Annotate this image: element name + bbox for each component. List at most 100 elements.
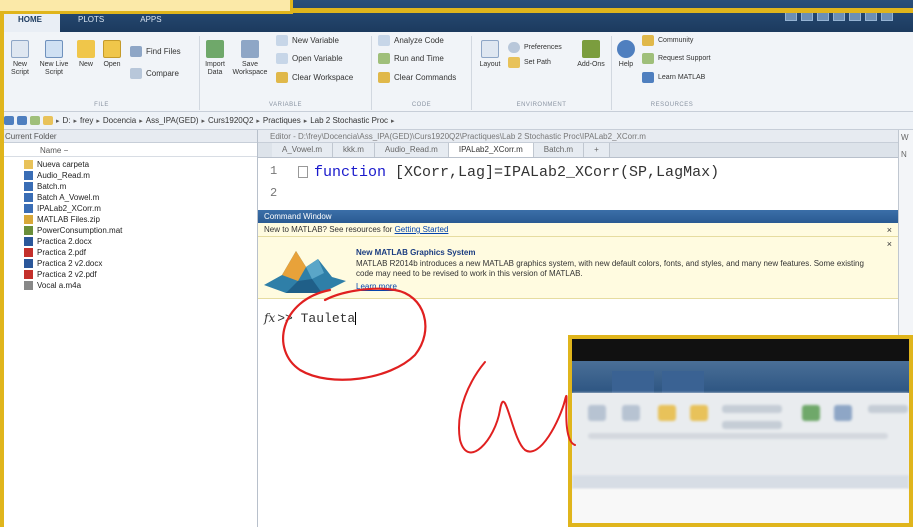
code-line[interactable]: 1 function [XCorr,Lag]=IPALab2_XCorr(SP,… xyxy=(258,164,898,186)
editor-tab[interactable]: A_Vowel.m xyxy=(272,143,334,157)
command-prompt[interactable]: fx >> Tauleta xyxy=(264,311,357,326)
variable-group-label: VARIABLE xyxy=(269,102,302,108)
live-script-icon xyxy=(45,40,63,58)
function-browser-icon[interactable]: fx xyxy=(264,311,275,325)
new-live-script-button[interactable]: New Live Script xyxy=(38,40,70,77)
file-list-item[interactable]: Practica 2 v2.docx xyxy=(0,258,257,269)
file-name: Batch.m xyxy=(37,182,67,191)
request-support-button[interactable]: Request Support xyxy=(642,53,711,64)
text-cursor xyxy=(355,312,357,326)
editor-tab[interactable]: Audio_Read.m xyxy=(374,143,449,157)
preferences-button[interactable]: Preferences xyxy=(508,42,562,53)
import-data-button[interactable]: Import Data xyxy=(202,40,228,77)
learn-more-link[interactable]: Learn more xyxy=(356,282,397,291)
name-column-header[interactable]: Name − xyxy=(0,143,257,157)
community-button[interactable]: Community xyxy=(642,35,693,46)
breadcrumb-lab2[interactable]: Lab 2 Stochastic Proc xyxy=(310,116,388,125)
breadcrumb-drive[interactable]: D: xyxy=(63,116,71,125)
code-text: [XCorr,Lag]=IPALab2_XCorr(SP,LagMax) xyxy=(386,164,720,181)
banner-text: New to MATLAB? See resources for xyxy=(264,225,395,234)
compare-button[interactable]: Compare xyxy=(130,68,179,79)
file-name: Vocal a.m4a xyxy=(37,281,82,290)
analyze-code-button[interactable]: Analyze Code xyxy=(378,35,444,46)
file-list-item[interactable]: Batch A_Vowel.m xyxy=(0,192,257,203)
file-list-item[interactable]: Audio_Read.m xyxy=(0,170,257,181)
environment-group-label: ENVIRONMENT xyxy=(516,102,567,108)
graphics-news-banner: New MATLAB Graphics System MATLAB R2014b… xyxy=(258,237,898,299)
thumbnail-address-bar xyxy=(572,475,909,489)
folder-icon xyxy=(24,160,33,169)
editor-tab[interactable]: Batch.m xyxy=(533,143,585,157)
file-list-item[interactable]: Vocal a.m4a xyxy=(0,280,257,291)
thumbnail-ribbon xyxy=(572,393,909,475)
matlab-window: HOME PLOTS APPS New Script New Live Scri… xyxy=(0,0,913,527)
layout-button[interactable]: Layout xyxy=(476,40,504,69)
current-folder-panel: Current Folder Name − Nueva carpeta Audio… xyxy=(0,130,258,527)
import-data-icon xyxy=(206,40,224,58)
editor-panel: Editor - D:\frey\Docencia\Ass_IPA(GED)\C… xyxy=(258,130,898,210)
open-button[interactable]: Open xyxy=(100,40,124,69)
clear-workspace-icon xyxy=(276,72,288,83)
close-icon[interactable]: × xyxy=(887,225,892,235)
editor-tab[interactable]: kkk.m xyxy=(333,143,375,157)
file-list-item[interactable]: PowerConsumption.mat xyxy=(0,225,257,236)
gear-icon xyxy=(508,42,520,53)
fold-toggle-icon[interactable] xyxy=(298,166,308,179)
file-list-item[interactable]: IPALab2_XCorr.m xyxy=(0,203,257,214)
open-folder-icon xyxy=(103,40,121,58)
resources-group: Help Community Request Support Learn MAT… xyxy=(612,35,732,110)
set-path-button[interactable]: Set Path xyxy=(508,57,551,68)
thumbnail-window xyxy=(568,335,913,527)
file-name: Nueva carpeta xyxy=(37,160,90,169)
file-list-item[interactable]: Batch.m xyxy=(0,181,257,192)
getting-started-link[interactable]: Getting Started xyxy=(395,225,449,234)
up-folder-icon[interactable] xyxy=(30,116,40,125)
browse-folder-icon[interactable] xyxy=(43,116,53,125)
community-icon xyxy=(642,35,654,46)
new-button[interactable]: New xyxy=(74,40,98,69)
breadcrumb-docencia[interactable]: Docencia xyxy=(103,116,136,125)
forward-icon[interactable] xyxy=(17,116,27,125)
file-list-item[interactable]: MATLAB Files.zip xyxy=(0,214,257,225)
add-ons-button[interactable]: Add-Ons xyxy=(576,40,606,69)
clear-workspace-button[interactable]: Clear Workspace xyxy=(276,72,353,83)
line-number: 1 xyxy=(270,164,278,178)
clear-commands-icon xyxy=(378,72,390,83)
help-icon xyxy=(617,40,635,58)
save-workspace-button[interactable]: Save Workspace xyxy=(232,40,268,77)
news-text: MATLAB R2014b introduces a new MATLAB gr… xyxy=(356,259,864,278)
mat-file-icon xyxy=(24,226,33,235)
file-name: IPALab2_XCorr.m xyxy=(37,204,101,213)
back-icon[interactable] xyxy=(4,116,14,125)
open-variable-button[interactable]: Open Variable xyxy=(276,53,343,64)
editor-tab-active[interactable]: IPALab2_XCorr.m xyxy=(448,143,534,157)
overlay-frame-tab xyxy=(0,0,293,14)
file-list-item[interactable]: Practica 2.pdf xyxy=(0,247,257,258)
find-files-button[interactable]: Find Files xyxy=(130,46,181,57)
line-number: 2 xyxy=(270,186,278,200)
find-files-icon xyxy=(130,46,142,57)
clear-commands-button[interactable]: Clear Commands xyxy=(378,72,456,83)
layout-icon xyxy=(481,40,499,58)
file-list-item[interactable]: Practica 2 v2.pdf xyxy=(0,269,257,280)
breadcrumb-frey[interactable]: frey xyxy=(80,116,93,125)
learn-matlab-button[interactable]: Learn MATLAB xyxy=(642,72,705,83)
run-and-time-button[interactable]: Run and Time xyxy=(378,53,444,64)
breadcrumb-practiques[interactable]: Practiques xyxy=(263,116,301,125)
thumbnail-content xyxy=(572,489,909,523)
close-icon[interactable]: × xyxy=(887,239,892,249)
help-button[interactable]: Help xyxy=(614,40,638,69)
code-line[interactable]: 2 xyxy=(258,186,898,208)
breadcrumb-curs[interactable]: Curs1920Q2 xyxy=(208,116,253,125)
file-name: Audio_Read.m xyxy=(37,171,90,180)
breadcrumb-ass-ipa[interactable]: Ass_IPA(GED) xyxy=(146,116,199,125)
audio-file-icon xyxy=(24,281,33,290)
new-script-button[interactable]: New Script xyxy=(6,40,34,77)
new-variable-button[interactable]: New Variable xyxy=(276,35,339,46)
request-support-icon xyxy=(642,53,654,64)
file-list-item[interactable]: Nueva carpeta xyxy=(0,159,257,170)
toolstrip: New Script New Live Script New Open Find… xyxy=(0,32,913,112)
add-tab-button[interactable]: + xyxy=(584,143,610,157)
file-list-item[interactable]: Practica 2.docx xyxy=(0,236,257,247)
workspace-label: W xyxy=(901,133,909,142)
